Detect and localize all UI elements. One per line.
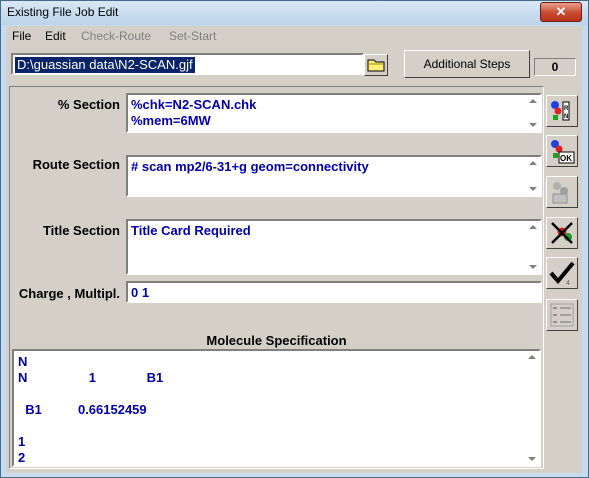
folder-icon — [367, 59, 385, 72]
scroll-up-icon[interactable] — [529, 225, 537, 229]
svg-text:N: N — [564, 114, 568, 120]
scroll-down-icon[interactable] — [529, 187, 537, 191]
cancel-button[interactable] — [546, 217, 578, 249]
run-button[interactable]: R N — [546, 95, 578, 127]
additional-steps-count: 0 — [534, 58, 576, 76]
molecule-edit-icon — [552, 182, 568, 204]
title-line: Title Card Required — [131, 223, 251, 238]
ok-button[interactable]: OK — [546, 135, 578, 167]
menu-file[interactable]: File — [12, 29, 31, 43]
close-icon: ✕ — [555, 4, 567, 19]
charge-multiplicity-input[interactable]: 0 1 — [126, 281, 542, 303]
scroll-down-icon[interactable] — [529, 123, 537, 127]
job-edit-window: Existing File Job Edit ✕ File Edit Check… — [0, 0, 589, 478]
percent-scrollbar[interactable] — [526, 95, 540, 131]
menu-bar: File Edit Check-Route Set-Start — [7, 26, 582, 46]
percent-section-label: % Section — [57, 97, 120, 112]
molecule-scrollbar[interactable] — [525, 351, 539, 465]
svg-text:R: R — [564, 106, 569, 112]
molecule-spec-text: N N 1 B1 B1 0.66152459 1 2 — [18, 354, 164, 465]
client-area: File Edit Check-Route Set-Start D:\guass… — [7, 26, 582, 473]
job-sections-panel: % Section %chk=N2-SCAN.chk %mem=6MW Rout… — [9, 86, 544, 469]
run-icon: R N — [551, 101, 570, 121]
menu-set-start[interactable]: Set-Start — [169, 29, 216, 43]
route-scrollbar[interactable] — [526, 157, 540, 195]
menu-check-route[interactable]: Check-Route — [81, 29, 151, 43]
scroll-down-icon[interactable] — [528, 457, 536, 461]
check-icon: 4 — [549, 261, 575, 287]
svg-text:4: 4 — [566, 280, 570, 287]
menu-edit[interactable]: Edit — [45, 29, 66, 43]
window-title: Existing File Job Edit — [7, 5, 119, 19]
scroll-up-icon[interactable] — [529, 99, 537, 103]
title-section-label: Title Section — [42, 223, 120, 238]
browse-folder-button[interactable] — [364, 54, 388, 76]
title-scrollbar[interactable] — [526, 221, 540, 273]
file-path-field[interactable]: D:\guassian data\N2-SCAN.gjf — [11, 53, 364, 75]
molecule-edit-button[interactable] — [546, 176, 578, 208]
charge-multiplicity-value: 0 1 — [131, 285, 150, 300]
route-section-input[interactable]: # scan mp2/6-31+g geom=connectivity — [126, 155, 542, 197]
molecule-spec-input[interactable]: N N 1 B1 B1 0.66152459 1 2 — [12, 349, 541, 467]
svg-text:OK: OK — [560, 154, 572, 163]
percent-section-input[interactable]: %chk=N2-SCAN.chk %mem=6MW — [126, 93, 542, 133]
check-button[interactable]: 4 — [546, 257, 578, 289]
close-button[interactable]: ✕ — [540, 2, 582, 22]
list-icon — [550, 303, 574, 327]
route-line: # scan mp2/6-31+g geom=connectivity — [131, 159, 369, 174]
percent-line: %mem=6MW — [131, 113, 211, 128]
list-button[interactable] — [546, 299, 578, 331]
title-bar: Existing File Job Edit ✕ — [1, 1, 588, 25]
scroll-down-icon[interactable] — [529, 265, 537, 269]
percent-line: %chk=N2-SCAN.chk — [131, 97, 257, 112]
cancel-icon — [551, 222, 573, 244]
route-section-label: Route Section — [32, 157, 120, 172]
additional-steps-button[interactable]: Additional Steps — [404, 50, 530, 78]
scroll-up-icon[interactable] — [528, 355, 536, 359]
title-section-input[interactable]: Title Card Required — [126, 219, 542, 275]
charge-multiplicity-label: Charge , Multipl. — [18, 286, 120, 301]
scroll-up-icon[interactable] — [529, 161, 537, 165]
file-path-text: D:\guassian data\N2-SCAN.gjf — [15, 57, 195, 73]
molecule-spec-header: Molecule Specification — [206, 333, 347, 348]
ok-icon: OK — [551, 140, 575, 164]
